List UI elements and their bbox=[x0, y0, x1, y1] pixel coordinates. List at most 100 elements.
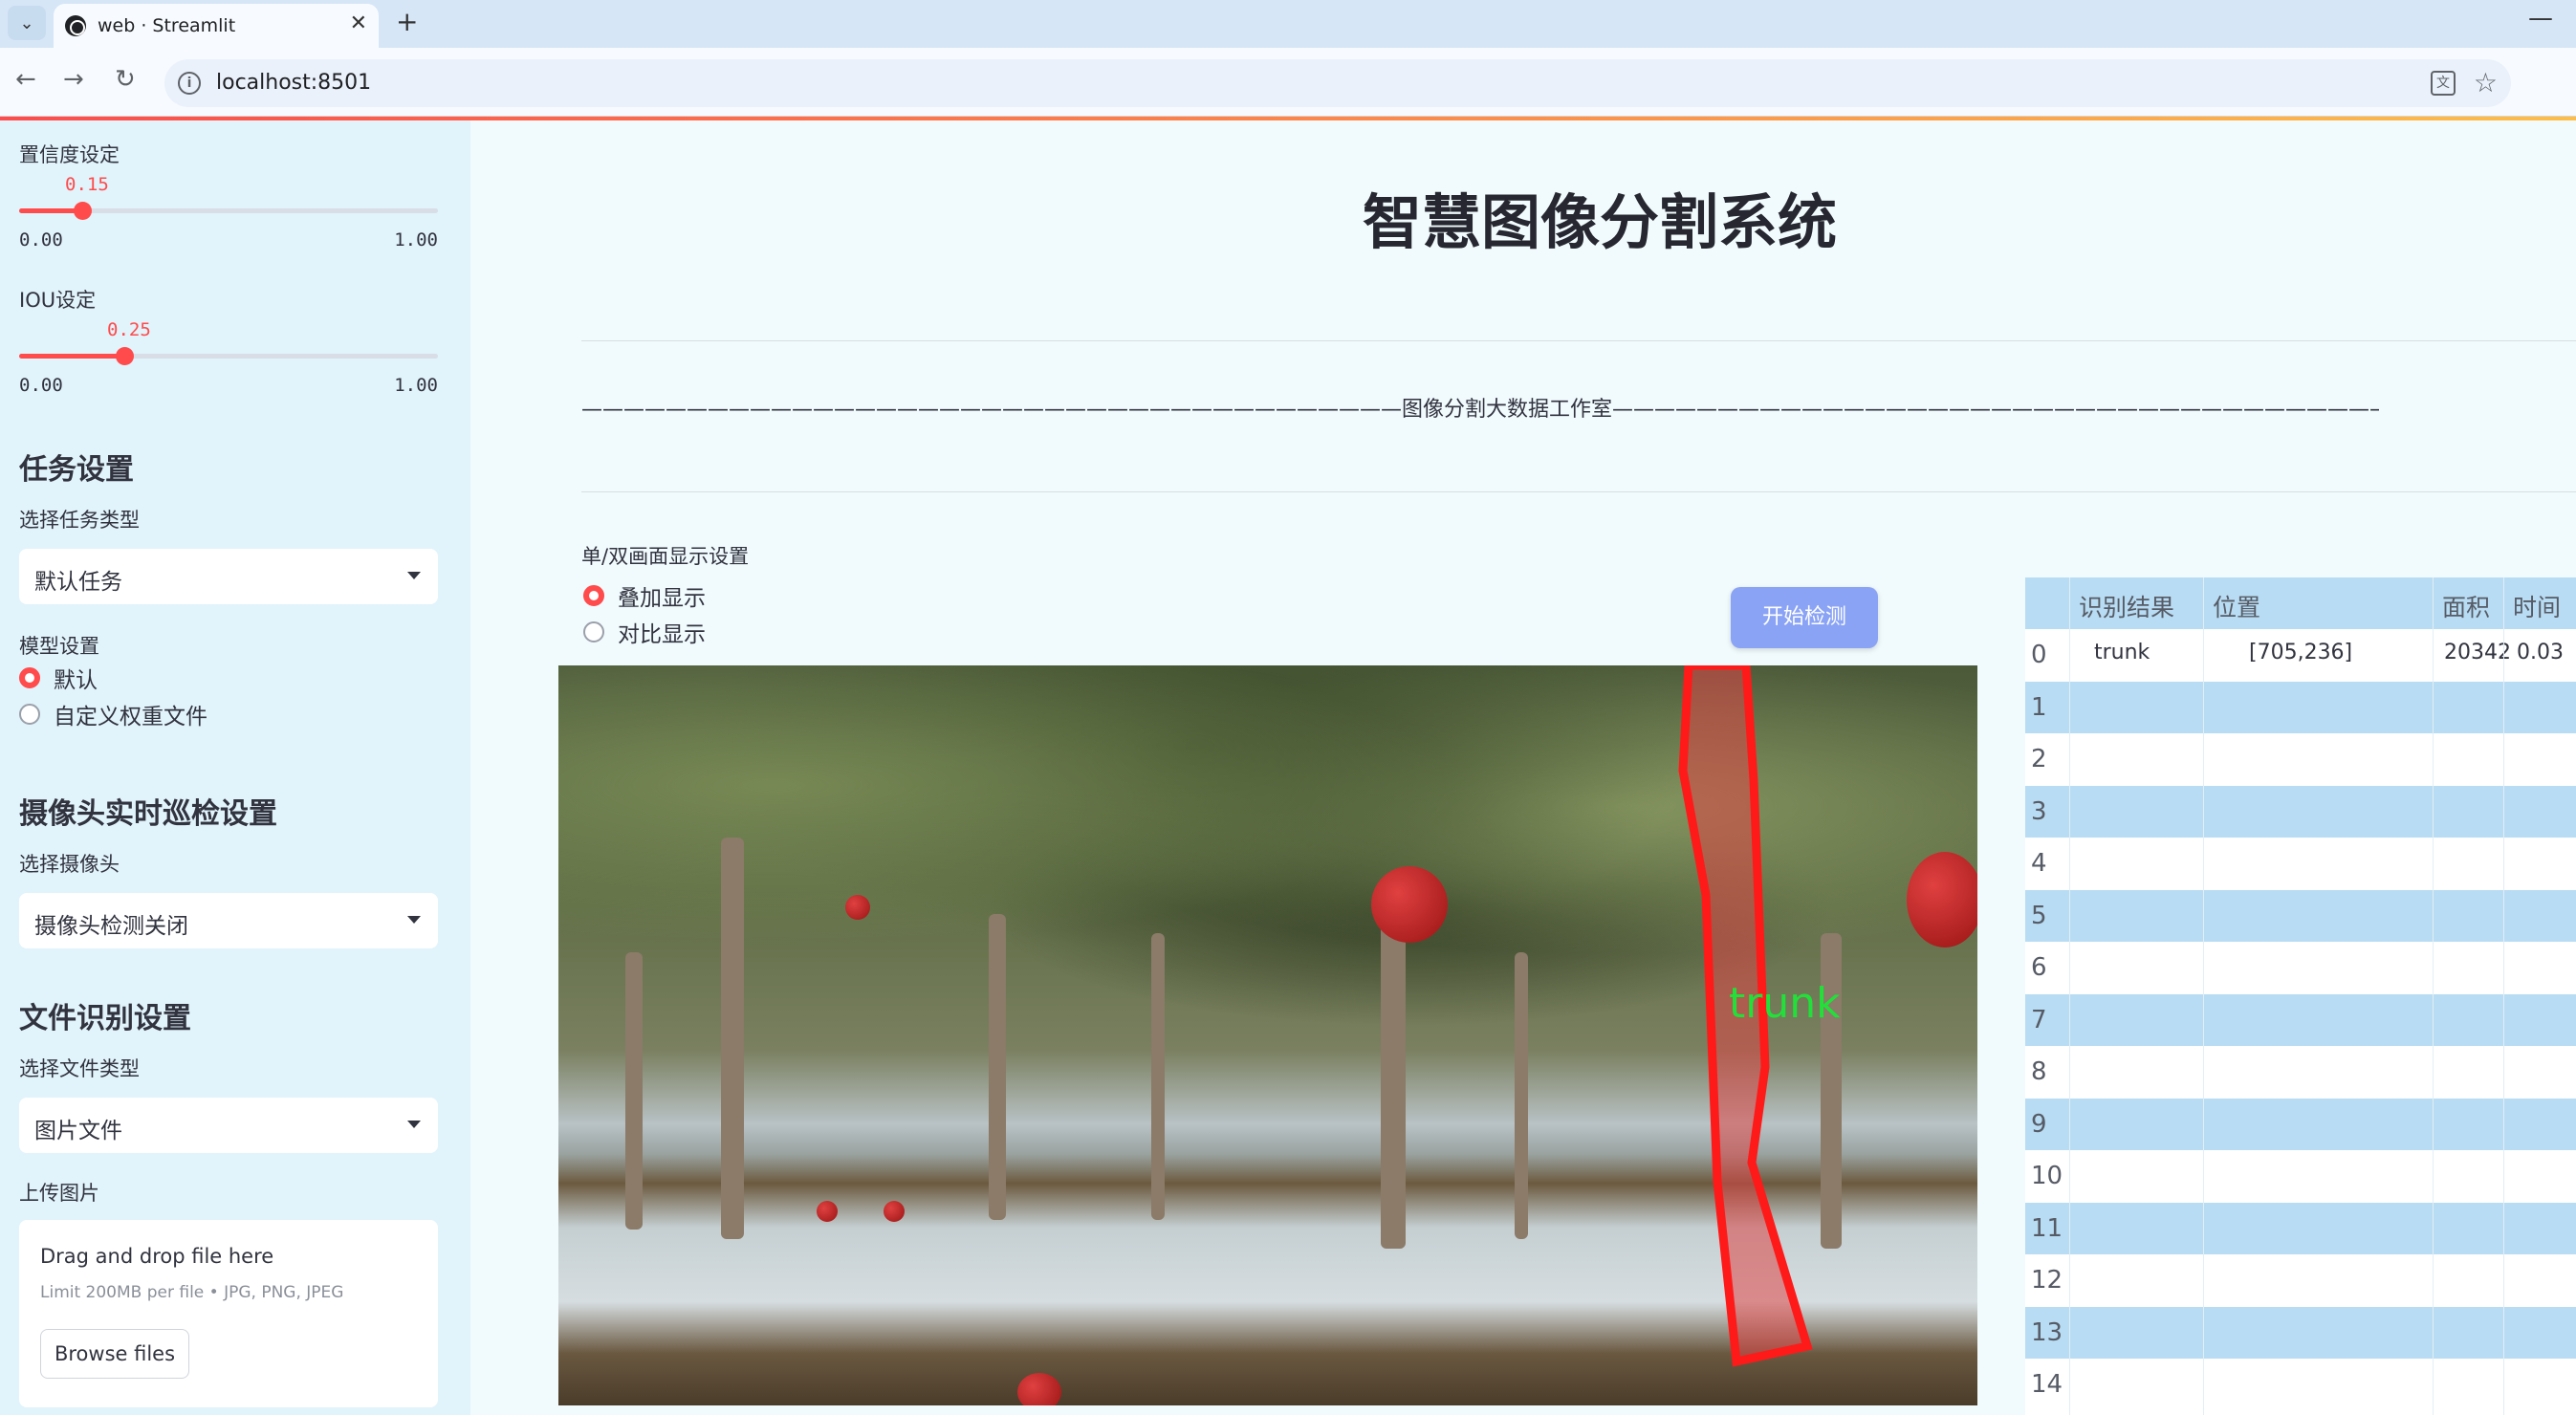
results-table[interactable]: 识别结果 位置 面积 时间 0 trunk [705,236] 20342 0.03 1 2… bbox=[2025, 577, 2576, 1415]
divider bbox=[581, 340, 2576, 341]
table-header: 识别结果 位置 面积 时间 bbox=[2025, 577, 2576, 629]
caret-down-icon bbox=[407, 916, 421, 924]
column-header-time[interactable]: 时间 bbox=[2513, 589, 2561, 623]
task-type-select[interactable]: 默认任务 bbox=[19, 549, 438, 604]
confidence-slider[interactable] bbox=[19, 202, 438, 220]
table-row[interactable]: 2 bbox=[2025, 733, 2576, 786]
studio-banner: ———————————————————————————————————————图… bbox=[581, 398, 2379, 422]
iou-slider-fill bbox=[19, 354, 124, 359]
table-row[interactable]: 3 bbox=[2025, 785, 2576, 838]
confidence-label: 置信度设定 bbox=[19, 143, 120, 166]
site-info-icon[interactable]: i bbox=[178, 72, 201, 95]
table-row[interactable]: 7 bbox=[2025, 993, 2576, 1046]
row-index: 3 bbox=[2031, 796, 2047, 826]
table-row[interactable]: 9 bbox=[2025, 1098, 2576, 1150]
row-index: 9 bbox=[2031, 1109, 2047, 1139]
model-settings-label: 模型设置 bbox=[19, 635, 99, 658]
table-row[interactable]: 0 trunk [705,236] 20342 0.03 bbox=[2025, 629, 2576, 682]
radio-unselected-icon[interactable] bbox=[583, 621, 604, 642]
radio-selected-icon[interactable] bbox=[19, 667, 40, 688]
iou-slider[interactable] bbox=[19, 347, 438, 365]
file-type-select[interactable]: 图片文件 bbox=[19, 1098, 438, 1153]
table-row[interactable]: 1 bbox=[2025, 681, 2576, 733]
table-row[interactable]: 11 bbox=[2025, 1202, 2576, 1254]
detection-result-image: trunk bbox=[558, 665, 1977, 1405]
display-option-label: 对比显示 bbox=[618, 622, 706, 647]
column-header-area[interactable]: 面积 bbox=[2442, 589, 2490, 623]
iou-slider-thumb[interactable] bbox=[116, 347, 134, 365]
table-row[interactable]: 4 bbox=[2025, 838, 2576, 890]
streamlit-favicon-icon bbox=[65, 15, 86, 36]
table-row[interactable]: 8 bbox=[2025, 1046, 2576, 1099]
file-type-value: 图片文件 bbox=[34, 1119, 122, 1143]
address-bar: ← → ↻ i localhost:8501 文 ☆ bbox=[0, 48, 2576, 117]
table-row[interactable]: 12 bbox=[2025, 1254, 2576, 1307]
column-divider bbox=[2503, 577, 2504, 1415]
back-arrow-icon[interactable]: ← bbox=[15, 65, 36, 94]
sidebar: 置信度设定 0.15 0.00 1.00 IOU设定 0.25 0.00 1.0… bbox=[0, 120, 470, 1415]
model-option-default[interactable]: 默认 bbox=[19, 664, 98, 693]
table-row[interactable]: 10 bbox=[2025, 1150, 2576, 1203]
row-index: 10 bbox=[2031, 1162, 2063, 1190]
column-divider bbox=[2433, 577, 2434, 1415]
display-option-overlay[interactable]: 叠加显示 bbox=[583, 581, 706, 611]
row-index: 12 bbox=[2031, 1266, 2063, 1295]
browser-tab-bar: ⌄ web · Streamlit ✕ + — bbox=[0, 0, 2576, 48]
browse-files-button[interactable]: Browse files bbox=[40, 1329, 189, 1379]
model-option-label: 默认 bbox=[54, 668, 98, 693]
confidence-value: 0.15 bbox=[65, 174, 109, 195]
row-index: 7 bbox=[2031, 1005, 2047, 1034]
camera-select-label: 选择摄像头 bbox=[19, 853, 120, 876]
file-settings-heading: 文件识别设置 bbox=[19, 1002, 191, 1035]
display-option-label: 叠加显示 bbox=[618, 586, 706, 611]
cell-position: [705,236] bbox=[2249, 641, 2353, 664]
task-type-label: 选择任务类型 bbox=[19, 509, 140, 532]
confidence-max: 1.00 bbox=[394, 229, 438, 250]
camera-select-value: 摄像头检测关闭 bbox=[34, 914, 188, 939]
table-row[interactable]: 14 bbox=[2025, 1359, 2576, 1411]
camera-select[interactable]: 摄像头检测关闭 bbox=[19, 893, 438, 948]
task-settings-heading: 任务设置 bbox=[19, 453, 134, 487]
iou-label: IOU设定 bbox=[19, 289, 97, 312]
column-divider bbox=[2069, 577, 2070, 1415]
table-row[interactable]: 6 bbox=[2025, 942, 2576, 994]
display-option-compare[interactable]: 对比显示 bbox=[583, 618, 706, 647]
caret-down-icon bbox=[407, 572, 421, 579]
row-index: 1 bbox=[2031, 692, 2047, 722]
row-index: 5 bbox=[2031, 901, 2047, 930]
translate-icon[interactable]: 文 bbox=[2431, 71, 2456, 96]
minimize-window-icon[interactable]: — bbox=[2528, 4, 2553, 33]
browser-tab[interactable]: web · Streamlit ✕ bbox=[54, 4, 379, 48]
radio-unselected-icon[interactable] bbox=[19, 704, 40, 725]
model-option-custom-weights[interactable]: 自定义权重文件 bbox=[19, 700, 207, 729]
bookmark-star-icon[interactable]: ☆ bbox=[2474, 67, 2498, 98]
table-row[interactable]: 13 bbox=[2025, 1306, 2576, 1359]
table-row[interactable]: 5 bbox=[2025, 889, 2576, 942]
cell-result: trunk bbox=[2094, 641, 2150, 664]
file-dropzone[interactable]: Drag and drop file here Limit 200MB per … bbox=[19, 1220, 438, 1407]
page-title: 智慧图像分割系统 bbox=[1362, 187, 1837, 257]
row-index: 0 bbox=[2031, 641, 2047, 669]
close-icon[interactable]: ✕ bbox=[350, 11, 367, 35]
forward-arrow-icon[interactable]: → bbox=[63, 65, 84, 94]
radio-selected-icon[interactable] bbox=[583, 585, 604, 606]
column-divider bbox=[2203, 577, 2204, 1415]
column-header-result[interactable]: 识别结果 bbox=[2079, 589, 2174, 623]
cell-time: 0.03 bbox=[2517, 641, 2564, 664]
url-input[interactable]: i localhost:8501 文 ☆ bbox=[164, 59, 2511, 107]
divider bbox=[581, 491, 2576, 492]
column-header-position[interactable]: 位置 bbox=[2213, 589, 2260, 623]
row-index: 13 bbox=[2031, 1317, 2063, 1347]
start-detection-button[interactable]: 开始检测 bbox=[1731, 587, 1878, 648]
tab-search-button[interactable]: ⌄ bbox=[8, 6, 46, 40]
caret-down-icon bbox=[407, 1121, 421, 1128]
iou-min: 0.00 bbox=[19, 375, 63, 396]
row-index: 6 bbox=[2031, 953, 2047, 982]
reload-icon[interactable]: ↻ bbox=[115, 65, 136, 94]
iou-max: 1.00 bbox=[394, 375, 438, 396]
row-index: 4 bbox=[2031, 849, 2047, 878]
row-index: 11 bbox=[2031, 1213, 2063, 1243]
task-type-value: 默认任务 bbox=[34, 570, 122, 595]
confidence-slider-thumb[interactable] bbox=[74, 202, 92, 220]
new-tab-plus-icon[interactable]: + bbox=[396, 6, 418, 37]
